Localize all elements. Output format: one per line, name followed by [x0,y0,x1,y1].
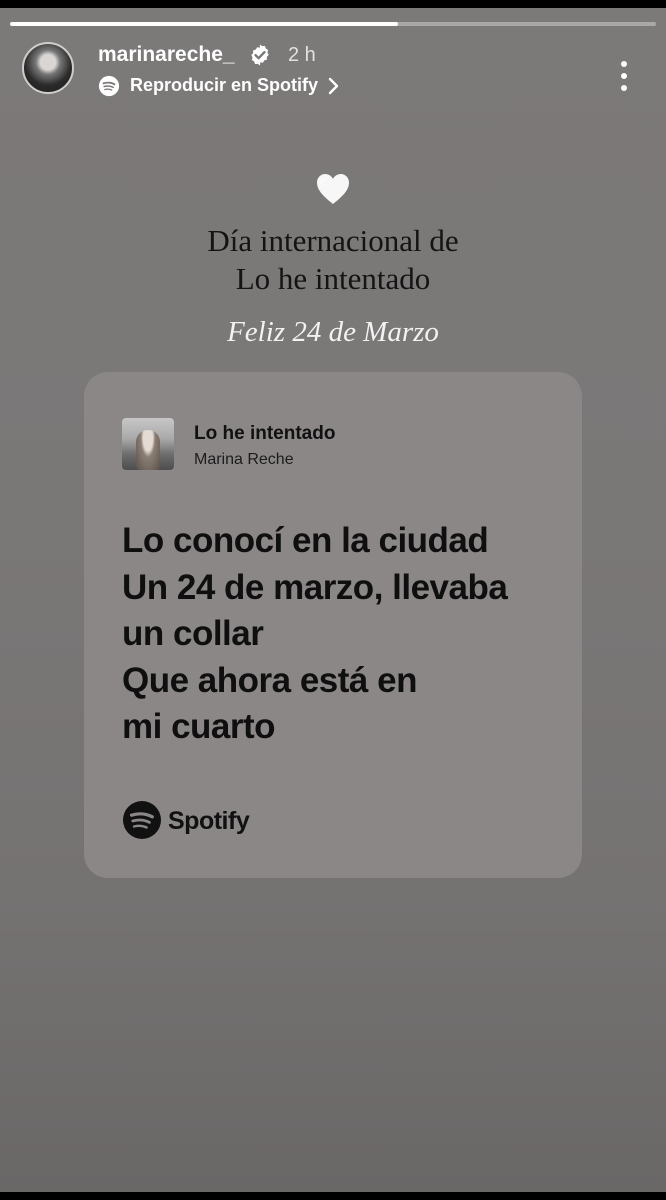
story-progress-bar [10,22,656,26]
post-time: 2 h [288,44,316,66]
verified-badge-icon [251,44,269,66]
lyric-line: mi cuarto [122,707,276,746]
lyric-line: Un 24 de marzo, llevaba [122,567,508,607]
lyrics-card[interactable]: Lo he intentado Marina Reche Lo conocí e… [84,372,582,878]
play-on-spotify-link[interactable]: Reproducir en Spotify [130,73,318,97]
more-vertical-icon[interactable] [612,58,636,94]
album-cover [122,418,174,470]
song-title: Lo he intentado [194,423,336,444]
caption-line-1: Día internacional de [207,223,459,258]
album-cover-figure [136,430,160,470]
story-progress-fill [10,22,398,26]
lyrics-block: Lo conocí en la ciudad Un 24 de marzo, l… [122,518,562,751]
username[interactable]: marinareche_ [98,42,235,68]
story-viewer[interactable]: marinareche_ 2 h Reproducir en Spotify D… [0,8,666,1192]
spotify-logo-icon [123,801,161,839]
lyric-line: Lo conocí en la ciudad [122,521,489,560]
lyric-line: un collar [122,614,264,653]
profile-avatar[interactable] [22,42,74,94]
white-heart-icon [317,174,349,204]
caption-line-2: Lo he intentado [235,261,431,296]
spotify-wordmark: Spotify [168,807,250,835]
spotify-icon[interactable] [98,75,120,97]
chevron-right-icon[interactable] [327,76,341,96]
lyric-line: Que ahora está en [122,660,417,700]
song-artist: Marina Reche [194,451,294,468]
caption-date-line: Feliz 24 de Marzo [227,316,439,348]
